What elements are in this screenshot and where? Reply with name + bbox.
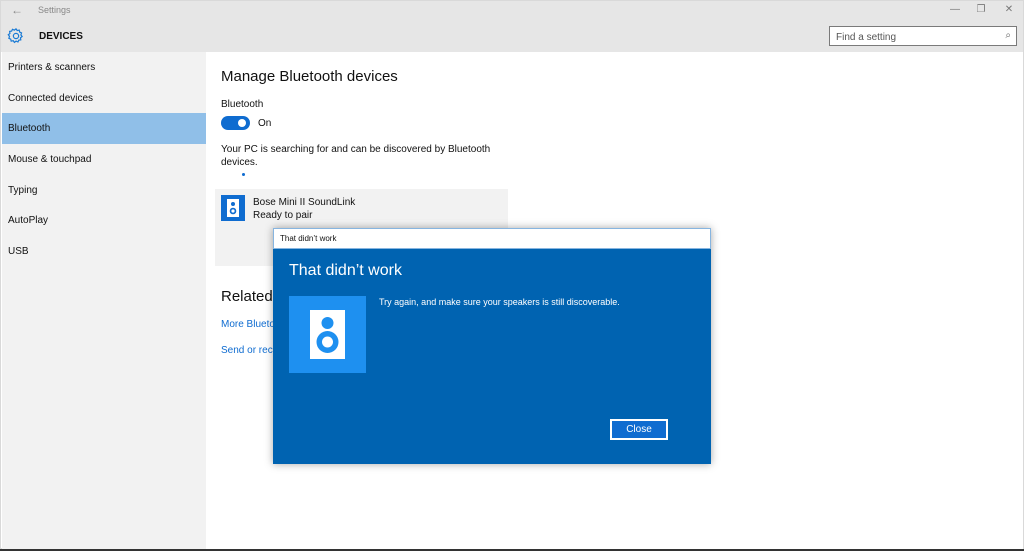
title-bar: ← Settings — ❐ ✕ xyxy=(1,1,1023,21)
page-header: DEVICES ⌕ xyxy=(1,21,1023,52)
back-arrow-icon[interactable]: ← xyxy=(11,3,23,17)
toggle-state-label: On xyxy=(258,118,272,129)
bluetooth-label: Bluetooth xyxy=(221,99,264,110)
dialog-icon-tile xyxy=(289,296,366,373)
app-title: Settings xyxy=(38,5,71,15)
error-dialog: That didn’t work That didn’t work Try ag… xyxy=(273,228,711,464)
device-status: Ready to pair xyxy=(253,210,313,221)
sidebar-item-typing[interactable]: Typing xyxy=(2,175,206,206)
bluetooth-toggle[interactable] xyxy=(221,116,250,130)
dialog-heading: That didn’t work xyxy=(289,262,402,279)
toggle-knob xyxy=(238,119,246,127)
close-button[interactable]: Close xyxy=(610,419,668,440)
sidebar: Printers & scanners Connected devices Bl… xyxy=(2,52,206,550)
restore-button[interactable]: ❐ xyxy=(971,4,991,15)
dialog-body: That didn’t work Try again, and make sur… xyxy=(273,249,711,464)
searching-description: Your PC is searching for and can be disc… xyxy=(221,144,491,168)
section-title: DEVICES xyxy=(39,31,83,42)
minimize-button[interactable]: — xyxy=(945,4,965,15)
more-bluetooth-options-link[interactable]: More Blueto xyxy=(221,319,275,330)
gear-icon xyxy=(7,28,23,44)
search-box[interactable]: ⌕ xyxy=(829,26,1017,47)
dialog-window-title: That didn’t work xyxy=(280,234,337,243)
speaker-icon xyxy=(310,310,345,359)
search-icon[interactable]: ⌕ xyxy=(1005,30,1011,41)
progress-dot xyxy=(242,173,245,176)
sidebar-item-usb[interactable]: USB xyxy=(2,236,206,267)
device-name: Bose Mini II SoundLink xyxy=(253,197,356,208)
close-window-button[interactable]: ✕ xyxy=(999,4,1019,15)
speaker-icon xyxy=(221,195,245,221)
sidebar-item-bluetooth[interactable]: Bluetooth xyxy=(2,113,206,144)
sidebar-item-printers-scanners[interactable]: Printers & scanners xyxy=(2,52,206,83)
send-receive-files-link[interactable]: Send or rece xyxy=(221,345,278,356)
search-input[interactable] xyxy=(830,28,990,47)
page-title: Manage Bluetooth devices xyxy=(221,68,398,85)
dialog-title-bar[interactable]: That didn’t work xyxy=(273,228,711,249)
sidebar-item-autoplay[interactable]: AutoPlay xyxy=(2,205,206,236)
sidebar-item-connected-devices[interactable]: Connected devices xyxy=(2,83,206,114)
related-heading: Related xyxy=(221,288,273,305)
sidebar-item-mouse-touchpad[interactable]: Mouse & touchpad xyxy=(2,144,206,175)
dialog-message: Try again, and make sure your speakers i… xyxy=(379,297,620,307)
